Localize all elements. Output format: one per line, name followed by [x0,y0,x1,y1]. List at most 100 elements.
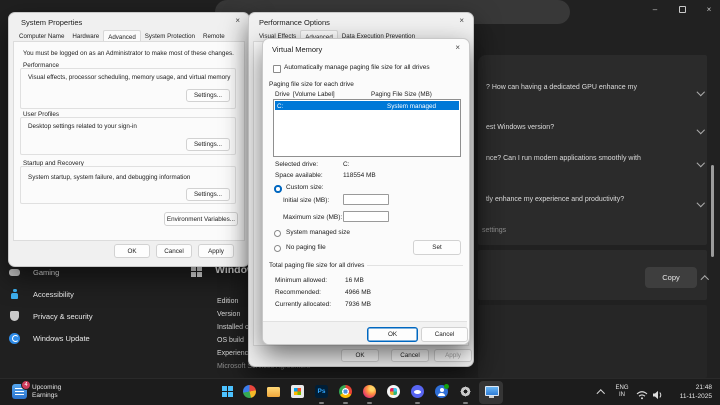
chat-lower-panel [478,305,707,378]
dialog-title: Performance Options [259,18,330,27]
maximum-size-input[interactable] [343,211,389,222]
button-label: OK [388,331,397,338]
recommended-label: Recommended: [275,289,321,296]
windows-logo-icon [191,266,202,277]
notification-badge: 4 [21,380,31,390]
column-header-size: Paging File Size (MB) [371,91,432,98]
faq-question-text: tly enhance my experience and productivi… [486,196,624,203]
taskbar: 4 UpcomingEarnings Ps [0,378,720,405]
start-button[interactable] [222,386,233,397]
chrome-icon[interactable] [339,385,352,398]
apply-button[interactable]: Apply [434,349,472,362]
profiles-settings-button[interactable]: Settings... [186,138,230,151]
tab-page-advanced: You must be logged on as an Administrato… [13,41,245,241]
startup-settings-button[interactable]: Settings... [186,188,230,201]
apply-button[interactable]: Apply [198,244,234,258]
microsoft-store-icon[interactable] [291,385,304,398]
sidebar-item-label: Accessibility [33,290,74,299]
file-explorer-icon[interactable] [267,387,280,397]
faq-question-text: nce? Can I run modern applications smoot… [486,155,641,162]
system-managed-radio[interactable] [274,230,281,237]
custom-size-radio[interactable] [274,185,282,193]
initial-size-input[interactable] [343,194,389,205]
chevron-down-icon [697,159,705,167]
sidebar-item-privacy-security[interactable]: Privacy & security [8,308,178,324]
copilot-icon[interactable] [243,385,256,398]
faq-item[interactable]: tly enhance my experience and productivi… [478,190,707,214]
recommended-value: 4966 MB [345,289,371,296]
gamepad-icon [8,269,21,276]
cancel-button[interactable]: Cancel [421,327,468,342]
environment-variables-button[interactable]: Environment Variables... [164,212,238,226]
running-indicator [343,402,348,404]
maximize-button[interactable] [674,3,690,15]
faq-item[interactable]: est Windows version? [478,119,707,141]
settings-gear-icon[interactable] [459,385,472,398]
profiles-group: Desktop settings related to your sign-in… [20,117,236,155]
scrollbar-thumb[interactable] [711,165,714,257]
auto-manage-checkbox[interactable] [273,65,281,73]
faq-item[interactable]: nce? Can I run modern applications smoot… [478,149,707,175]
copy-button-label: Copy [662,273,680,282]
ok-button[interactable]: OK [367,327,418,342]
update-icon [8,333,21,344]
account-icon[interactable] [435,385,448,398]
close-icon[interactable]: × [235,16,240,25]
performance-desc: Visual effects, processor scheduling, me… [28,74,230,81]
drive-row-selected[interactable]: C: System managed [275,101,459,110]
running-indicator [463,402,468,404]
clock-date: 11-11-2025 [680,393,712,400]
button-label: Set [432,244,441,251]
active-app-system-properties[interactable] [479,381,503,404]
chevron-down-icon [697,199,705,207]
minimize-button[interactable]: – [647,3,663,15]
sidebar-item-windows-update[interactable]: Windows Update [8,330,178,346]
tray-overflow-chevron-icon[interactable] [597,390,605,398]
chevron-down-icon [697,126,705,134]
total-group-label: Total paging file size for all drives [269,262,367,269]
no-paging-label: No paging file [286,244,326,251]
faq-question-text: ? How can having a dedicated GPU enhance… [486,84,637,91]
maximum-size-label: Maximum size (MB): [283,214,342,221]
chat-answer-panel: ? How can having a dedicated GPU enhance… [478,55,707,245]
column-header-drive: Drive [275,91,290,98]
chevron-up-icon[interactable] [701,276,709,284]
discord-icon[interactable] [411,385,424,398]
cancel-button[interactable]: Cancel [391,349,429,362]
firefox-icon[interactable] [363,385,376,398]
startup-group: System startup, system failure, and debu… [20,166,236,204]
column-header-volume: [Volume Label] [293,91,335,98]
clock[interactable]: 21:48 11-11-2025 [668,384,712,401]
volume-icon[interactable] [652,387,663,405]
partial-answer-text: settings [482,227,506,234]
monitor-stand [489,396,494,398]
button-label: Cancel [435,331,455,338]
clock-time: 21:48 [696,384,712,391]
drive-list: C: System managed [273,99,461,157]
widgets-button[interactable]: 4 UpcomingEarnings [10,381,80,404]
close-icon[interactable]: × [459,16,464,25]
button-label: Settings... [194,191,222,198]
set-button[interactable]: Set [413,240,461,255]
sidebar-item-accessibility[interactable]: Accessibility [8,286,178,302]
paging-group-label: Paging file size for each drive [269,81,354,88]
slack-icon[interactable] [387,385,400,398]
running-indicator [367,402,372,404]
faq-item[interactable]: ? How can having a dedicated GPU enhance… [478,77,707,105]
size-cell: System managed [387,103,436,110]
ok-button[interactable]: OK [341,349,379,362]
auto-manage-label: Automatically manage paging file size fo… [284,64,430,71]
no-paging-radio[interactable] [274,245,281,252]
close-button[interactable]: × [701,3,717,15]
copy-button[interactable]: Copy [645,267,697,288]
photoshop-icon[interactable]: Ps [315,385,328,398]
performance-settings-button[interactable]: Settings... [186,89,230,102]
ok-button[interactable]: OK [114,244,150,258]
wifi-icon[interactable] [636,387,648,405]
close-icon: × [707,5,712,14]
shield-icon [8,311,21,321]
minimum-allowed-label: Minimum allowed: [275,277,327,284]
close-icon[interactable]: × [455,43,460,52]
cancel-button[interactable]: Cancel [156,244,192,258]
language-indicator[interactable]: ENGIN [613,385,631,399]
